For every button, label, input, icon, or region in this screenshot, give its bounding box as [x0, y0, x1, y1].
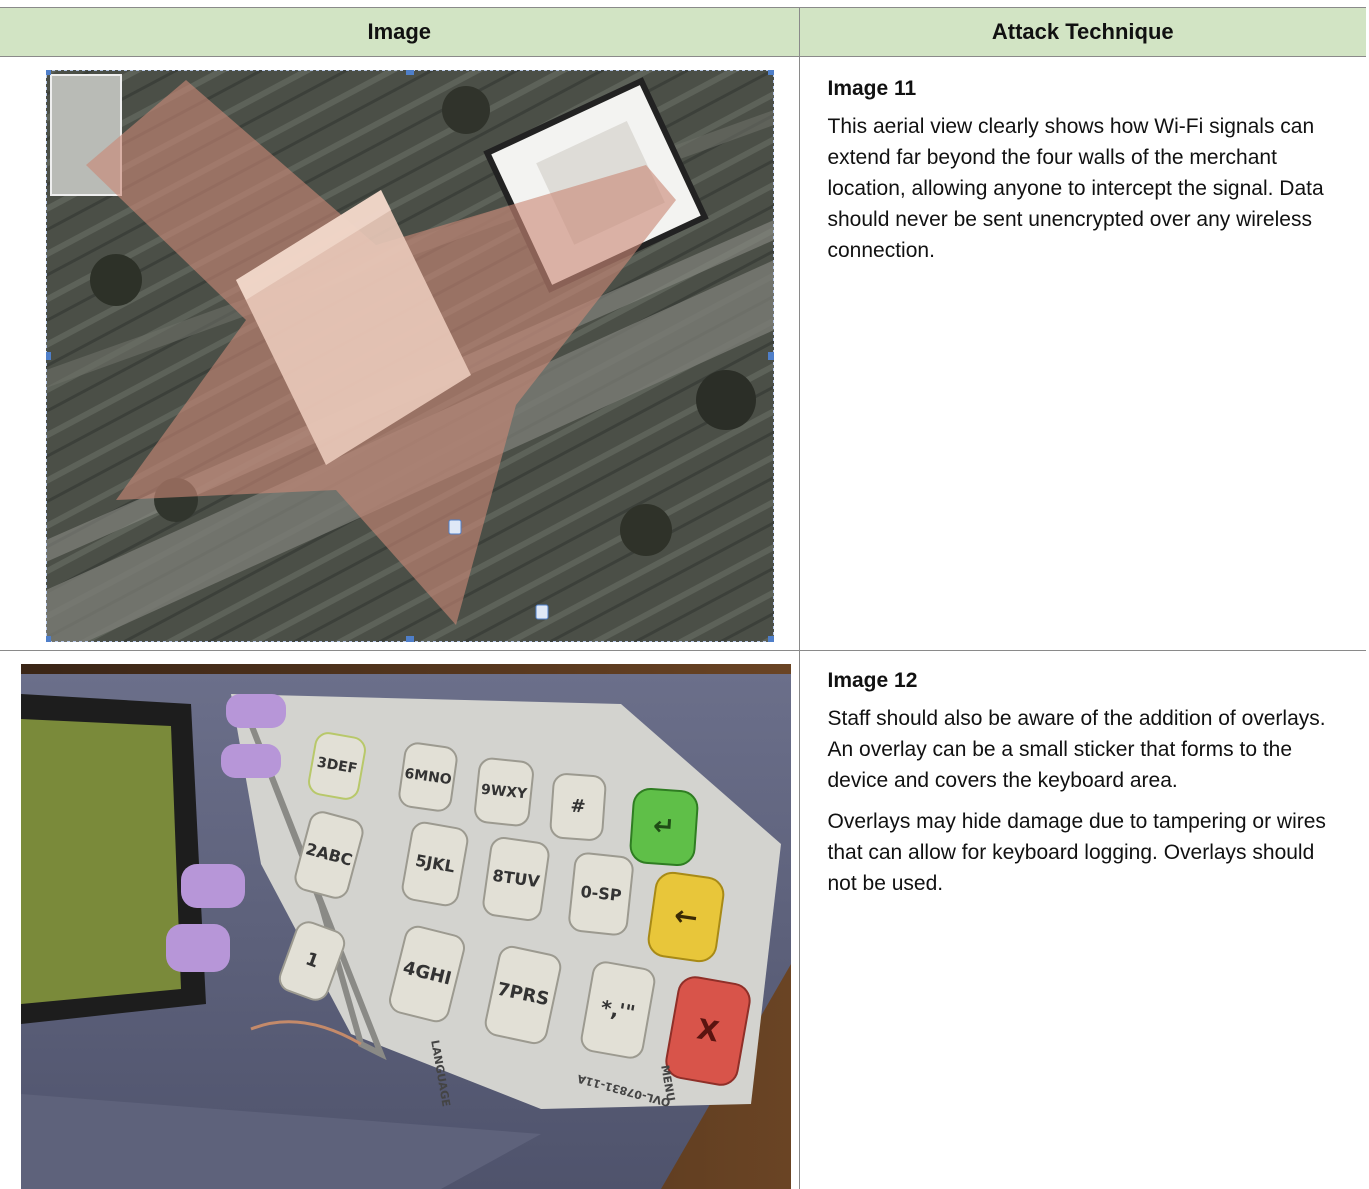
pin-pad-overlay-photo: 1 2ABC 3DEF 4GHI 5JKL 6MNO 7PRS 8TUV 9WX…: [21, 664, 791, 1189]
image-cell: [0, 57, 799, 651]
table-row: 1 2ABC 3DEF 4GHI 5JKL 6MNO 7PRS 8TUV 9WX…: [0, 651, 1366, 1189]
key-8tuv: 8TUV: [481, 835, 552, 923]
key-7prs: 7PRS: [482, 943, 564, 1046]
key-star: *,'": [578, 959, 657, 1061]
part-number-label: OVL-07831-11A: [576, 1072, 672, 1109]
key-enter: ↵: [628, 787, 699, 867]
image-11-description: This aerial view clearly shows how Wi-Fi…: [828, 111, 1349, 266]
key-9wxy: 9WXY: [473, 756, 536, 827]
technique-cell: Image 12 Staff should also be aware of t…: [799, 651, 1366, 1189]
key-hash: #: [549, 772, 607, 842]
attack-technique-table: Image Attack Technique: [0, 7, 1366, 1189]
image-12-paragraph-1: Staff should also be aware of the additi…: [828, 703, 1349, 796]
image-12-title: Image 12: [828, 669, 1349, 693]
key-5jkl: 5JKL: [399, 820, 470, 909]
key-6mno: 6MNO: [397, 741, 460, 814]
key-backspace: ←: [645, 870, 726, 965]
image-cell: 1 2ABC 3DEF 4GHI 5JKL 6MNO 7PRS 8TUV 9WX…: [0, 651, 799, 1189]
key-4ghi: 4GHI: [386, 923, 468, 1025]
key-cancel: X: [663, 973, 754, 1088]
aerial-wifi-photo: [46, 70, 774, 642]
technique-cell: Image 11 This aerial view clearly shows …: [799, 57, 1366, 651]
key-0sp: 0-SP: [567, 851, 635, 937]
image-11-title: Image 11: [828, 77, 1349, 101]
header-image: Image: [0, 8, 799, 57]
key-2abc: 2ABC: [291, 808, 366, 902]
language-label: LANGUAGE: [428, 1039, 453, 1108]
image-12-paragraph-2: Overlays may hide damage due to tamperin…: [828, 806, 1349, 899]
header-attack-technique: Attack Technique: [799, 8, 1366, 57]
key-3def: 3DEF: [306, 730, 368, 802]
key-1: 1: [275, 917, 349, 1004]
table-header-row: Image Attack Technique: [0, 8, 1366, 57]
keypad: 1 2ABC 3DEF 4GHI 5JKL 6MNO 7PRS 8TUV 9WX…: [21, 664, 791, 1189]
table-row: Image 11 This aerial view clearly shows …: [0, 57, 1366, 651]
